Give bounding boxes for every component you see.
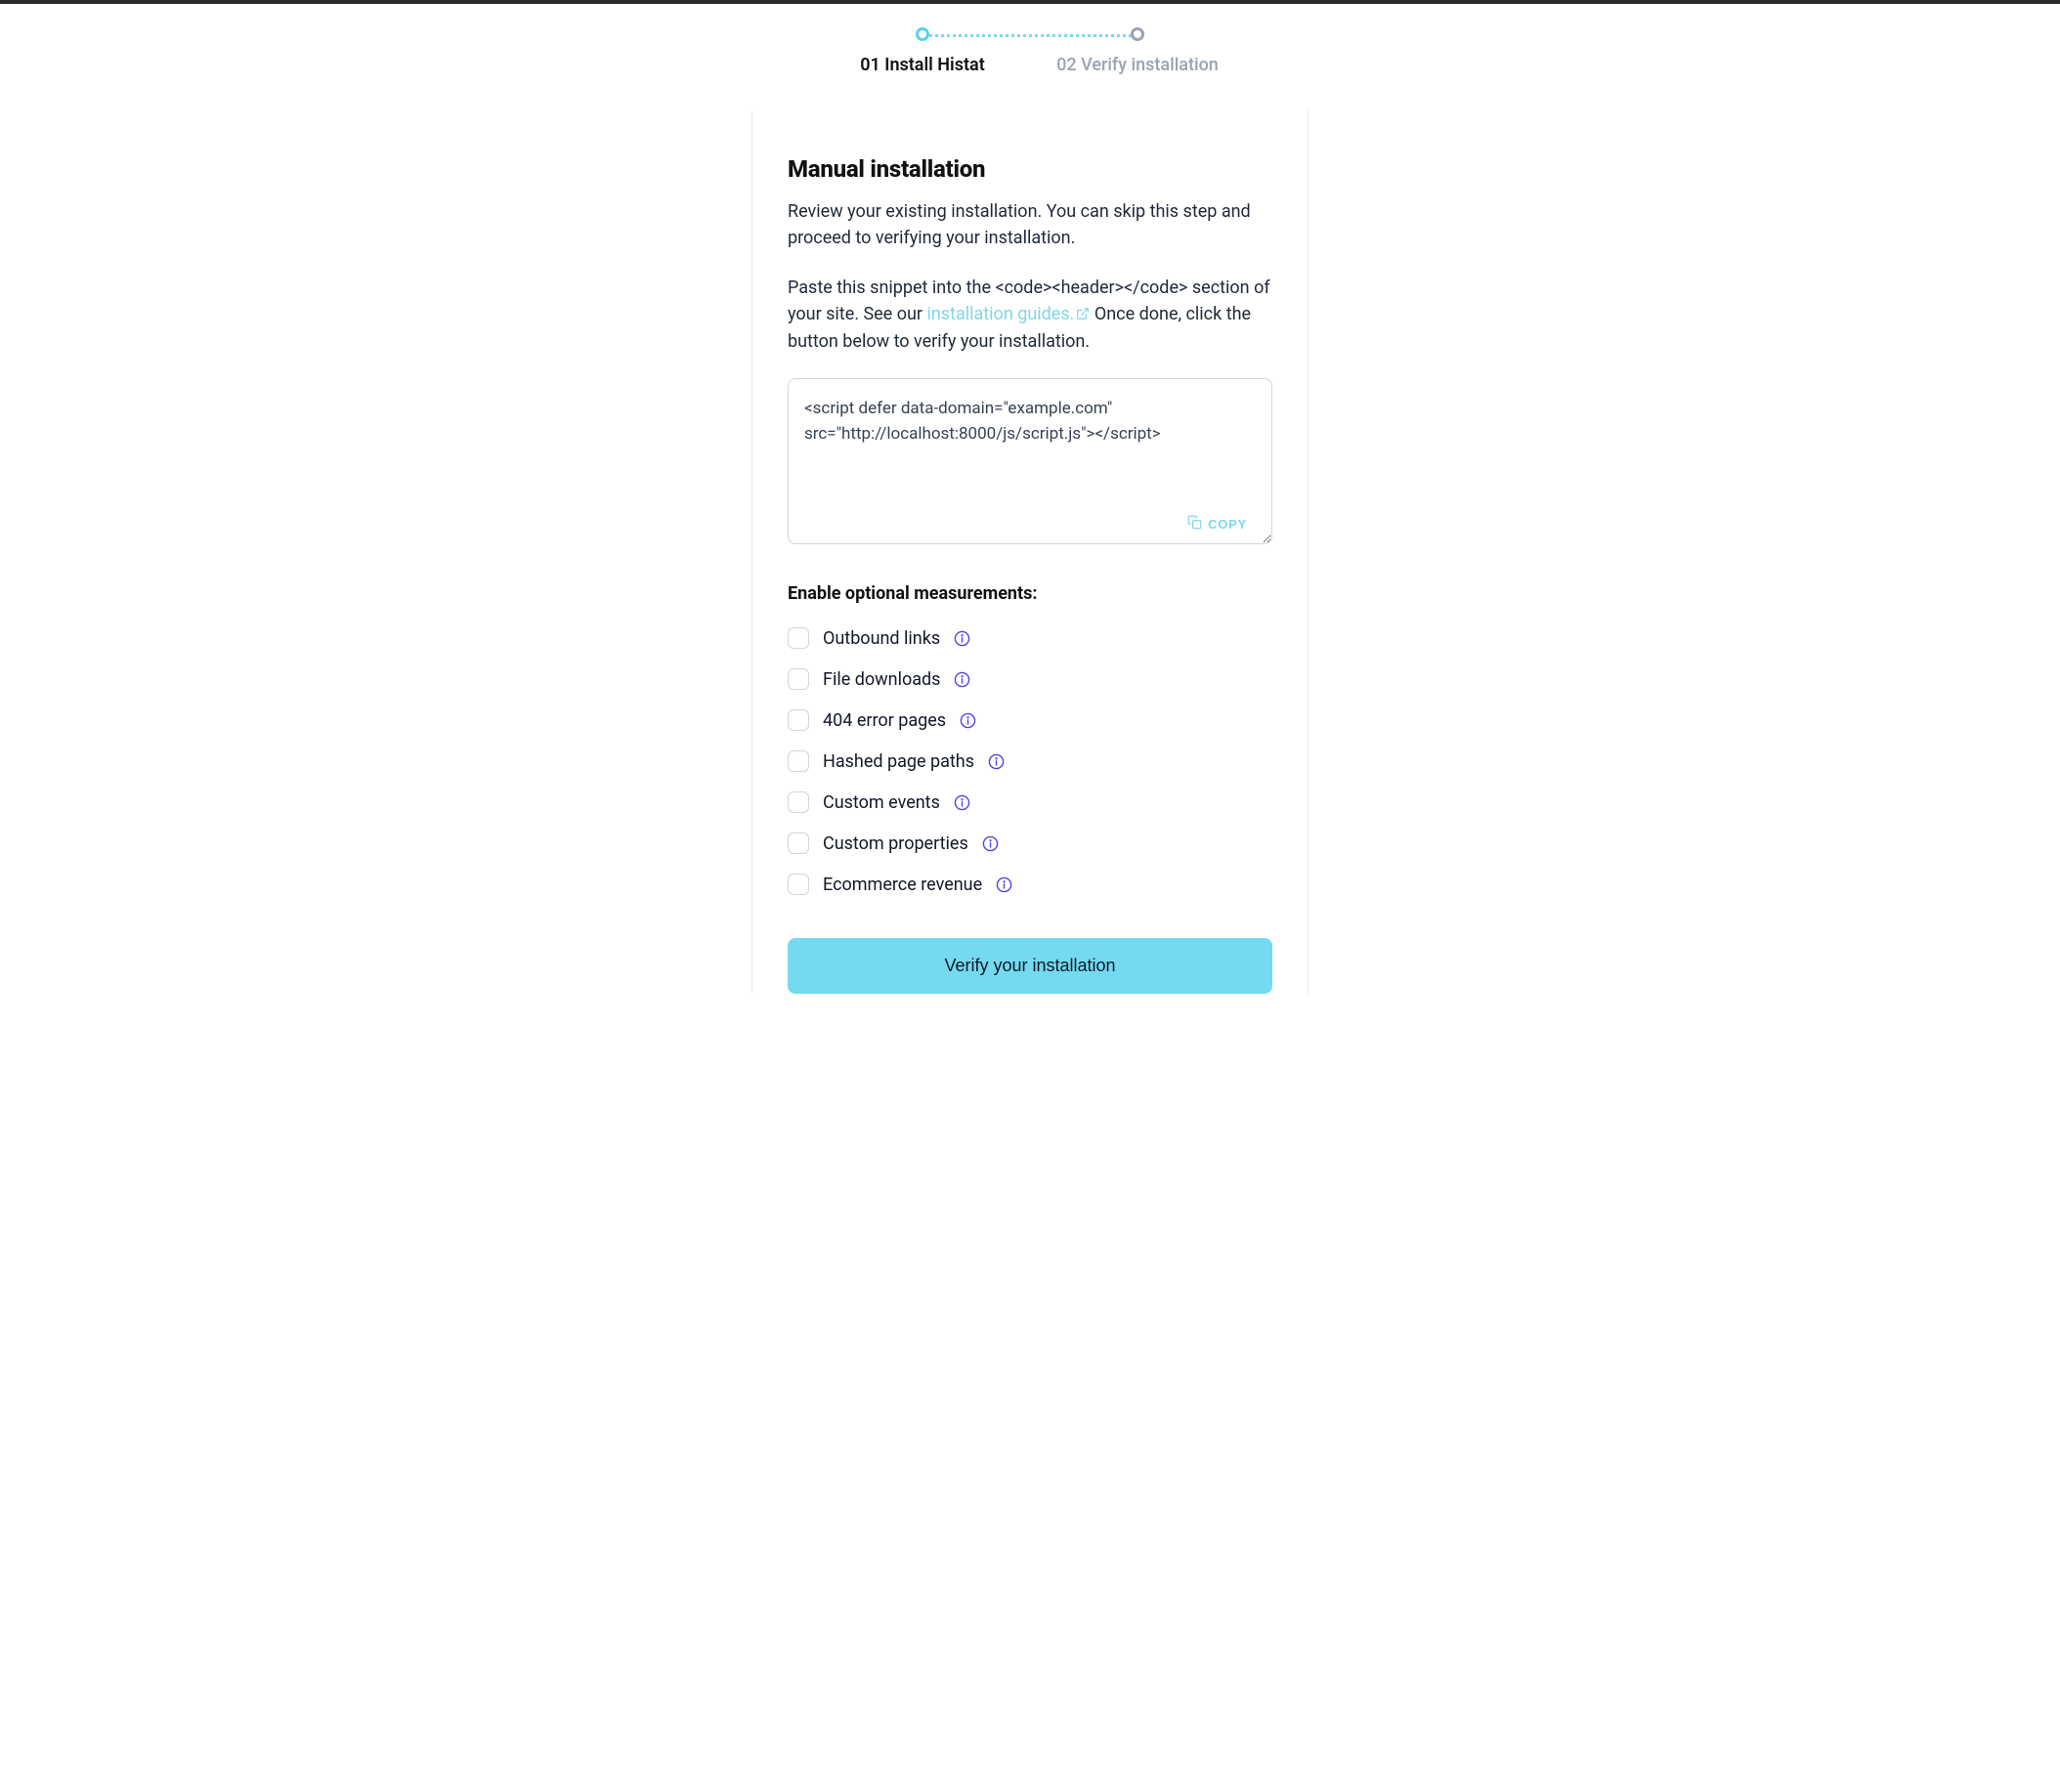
opt-outbound-links-label: Outbound links [823, 628, 940, 649]
opt-custom-events: Custom events [788, 782, 1272, 823]
checkbox-custom-properties[interactable] [788, 832, 809, 854]
opt-ecommerce-revenue-label: Ecommerce revenue [823, 875, 982, 895]
clipboard-icon [1187, 515, 1202, 533]
opt-file-downloads: File downloads [788, 659, 1272, 700]
checkbox-hashed-page-paths[interactable] [788, 750, 809, 772]
verify-installation-button[interactable]: Verify your installation [788, 938, 1272, 994]
opt-hashed-page-paths-label: Hashed page paths [823, 751, 974, 772]
snippet-box: COPY [788, 378, 1272, 548]
instr-prefix: Paste this snippet into the [788, 277, 995, 298]
checkbox-404-error-pages[interactable] [788, 709, 809, 731]
lead-paragraph: Review your existing installation. You c… [788, 198, 1272, 251]
instructions-paragraph: Paste this snippet into the <code><heade… [788, 275, 1272, 355]
copy-button[interactable]: COPY [1187, 515, 1247, 533]
opt-ecommerce-revenue: Ecommerce revenue [788, 864, 1272, 905]
step-dot-active-icon [916, 27, 929, 41]
info-icon[interactable] [954, 794, 970, 811]
info-icon[interactable] [996, 876, 1012, 893]
external-link-icon [1076, 302, 1090, 328]
step-connector [923, 34, 1137, 37]
opt-custom-events-label: Custom events [823, 792, 940, 813]
opt-404-error-pages-label: 404 error pages [823, 710, 946, 731]
installation-guides-link[interactable]: installation guides. [926, 304, 1090, 324]
step-install-label: 01 Install Histat [860, 55, 985, 75]
info-icon[interactable] [954, 630, 970, 647]
optional-measurements-list: Outbound links File downloads 404 error … [788, 618, 1272, 905]
opt-custom-properties: Custom properties [788, 823, 1272, 864]
checkbox-outbound-links[interactable] [788, 627, 809, 649]
opt-custom-properties-label: Custom properties [823, 833, 968, 854]
page-title: Manual installation [788, 155, 1272, 183]
instr-code: <code><header></code> [995, 277, 1187, 298]
opt-hashed-page-paths: Hashed page paths [788, 741, 1272, 782]
checkbox-custom-events[interactable] [788, 791, 809, 813]
checkbox-file-downloads[interactable] [788, 668, 809, 690]
info-icon[interactable] [960, 712, 976, 729]
info-icon[interactable] [982, 835, 999, 852]
checkbox-ecommerce-revenue[interactable] [788, 874, 809, 895]
optional-heading: Enable optional measurements: [788, 583, 1272, 604]
stepper: 01 Install Histat 02 Verify installation [0, 4, 2060, 75]
step-install[interactable]: 01 Install Histat [815, 27, 1030, 75]
opt-outbound-links: Outbound links [788, 618, 1272, 659]
installation-guides-link-text: installation guides. [926, 304, 1074, 324]
opt-file-downloads-label: File downloads [823, 669, 940, 690]
info-icon[interactable] [954, 671, 970, 688]
step-verify-label: 02 Verify installation [1056, 55, 1219, 75]
installation-card: Manual installation Review your existing… [751, 110, 1309, 994]
opt-404-error-pages: 404 error pages [788, 700, 1272, 741]
copy-button-label: COPY [1208, 517, 1247, 532]
info-icon[interactable] [988, 753, 1005, 770]
step-dot-inactive-icon [1131, 27, 1144, 41]
